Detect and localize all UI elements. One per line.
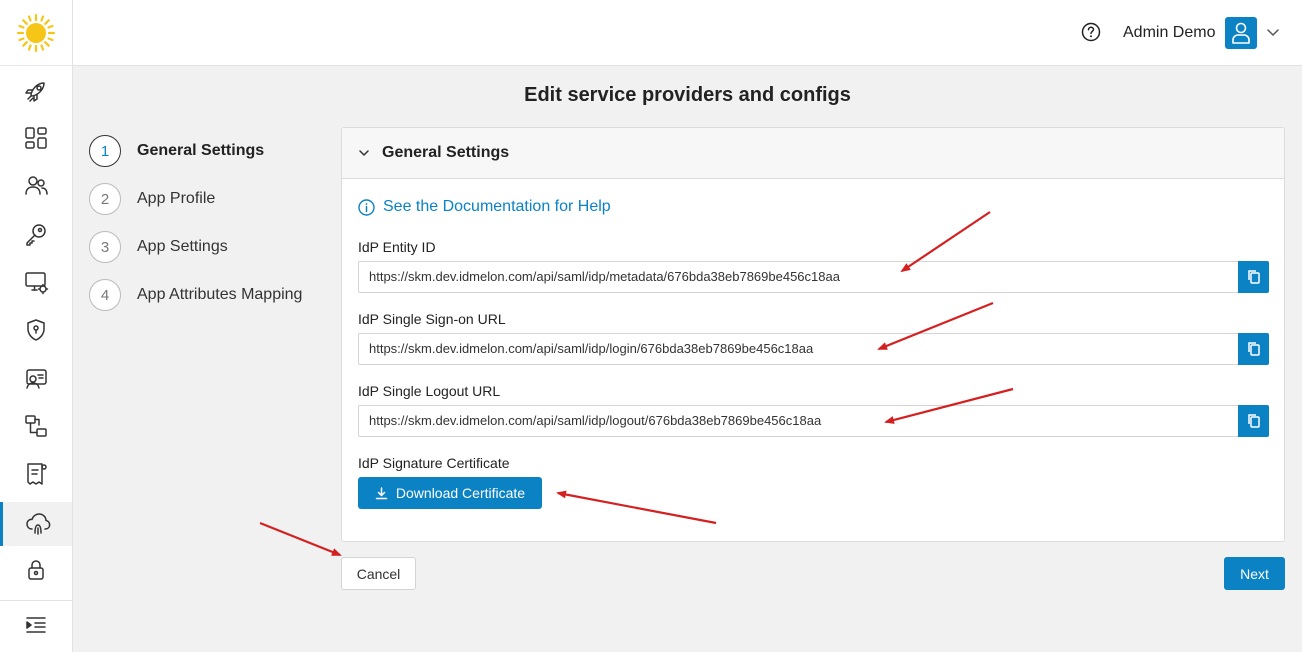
sso-url-label: IdP Single Sign-on URL [358,311,506,327]
sidebar-item-lock[interactable] [0,548,72,592]
next-button[interactable]: Next [1224,557,1285,590]
workflow-icon [25,415,47,437]
step-general-settings[interactable]: 1 General Settings [89,135,264,167]
copy-icon [1247,342,1260,356]
menu-collapse-icon [26,617,46,633]
documentation-link[interactable]: See the Documentation for Help [358,198,611,216]
sso-url-row: https://skm.dev.idmelon.com/api/saml/idp… [358,333,1269,365]
step-number: 1 [89,135,121,167]
users-icon [25,176,48,195]
sidebar-collapse-toggle[interactable] [0,603,72,647]
chevron-down-icon [359,150,369,156]
step-label: App Attributes Mapping [137,286,303,303]
certificate-label: IdP Signature Certificate [358,455,510,471]
step-number: 3 [89,231,121,263]
card-header[interactable]: General Settings [342,128,1284,179]
rocket-icon [25,82,45,102]
documentation-link-text: See the Documentation for Help [383,198,611,215]
user-card-icon [26,369,47,389]
sidebar-item-rocket[interactable] [0,69,72,113]
sun-icon [16,13,56,52]
copy-icon [1247,270,1260,284]
download-certificate-label: Download Certificate [395,485,526,501]
sun-logo[interactable] [0,0,72,66]
top-header: Admin Demo [73,0,1302,66]
annotation-arrow-cancel [259,521,342,557]
user-name[interactable]: Admin Demo [1123,24,1215,42]
entity-id-label: IdP Entity ID [358,239,436,255]
step-label: App Profile [137,190,216,207]
help-circle-icon[interactable] [1081,22,1101,42]
cancel-button[interactable]: Cancel [341,557,416,590]
download-certificate-button[interactable]: Download Certificate [358,477,542,509]
step-number: 2 [89,183,121,215]
dashboard-icon [25,127,47,149]
step-label: App Settings [137,238,228,255]
sso-url-input[interactable]: https://skm.dev.idmelon.com/api/saml/idp… [358,333,1238,365]
download-icon [375,486,388,499]
card-title: General Settings [382,144,510,161]
lock-icon [28,560,44,580]
sidebar-item-report[interactable] [0,452,72,496]
copy-icon [1247,414,1260,428]
sidebar-item-dashboard[interactable] [0,116,72,160]
general-settings-card: General Settings See the Documentation f… [341,127,1285,542]
copy-entity-id-button[interactable] [1238,261,1269,293]
info-icon [358,198,375,216]
step-app-settings[interactable]: 3 App Settings [89,231,228,263]
sidebar [0,0,73,652]
sidebar-item-key[interactable] [0,212,72,256]
cloud-fingerprint-icon [25,513,50,535]
copy-logout-url-button[interactable] [1238,405,1269,437]
logout-url-row: https://skm.dev.idmelon.com/api/saml/idp… [358,405,1269,437]
logout-url-input[interactable]: https://skm.dev.idmelon.com/api/saml/idp… [358,405,1238,437]
sidebar-item-device-settings[interactable] [0,260,72,304]
step-number: 4 [89,279,121,311]
entity-id-input[interactable]: https://skm.dev.idmelon.com/api/saml/idp… [358,261,1238,293]
sidebar-item-workflow[interactable] [0,404,72,448]
sidebar-item-cloud-fingerprint[interactable] [0,502,72,546]
logout-url-label: IdP Single Logout URL [358,383,501,399]
key-icon [26,224,46,246]
copy-sso-url-button[interactable] [1238,333,1269,365]
chevron-down-icon[interactable] [1266,25,1280,39]
user-avatar[interactable] [1225,17,1257,49]
sidebar-divider [0,600,72,601]
sidebar-item-users[interactable] [0,164,72,208]
sidebar-item-shield[interactable] [0,308,72,352]
entity-id-row: https://skm.dev.idmelon.com/api/saml/idp… [358,261,1269,293]
step-label: General Settings [137,142,265,159]
device-settings-icon [25,272,49,295]
report-icon [27,463,47,485]
sidebar-item-user-card[interactable] [0,356,72,400]
step-app-profile[interactable]: 2 App Profile [89,183,215,215]
user-icon [1232,22,1250,44]
step-app-attributes-mapping[interactable]: 4 App Attributes Mapping [89,279,302,311]
shield-icon [27,319,45,341]
page-title: Edit service providers and configs [524,84,851,106]
